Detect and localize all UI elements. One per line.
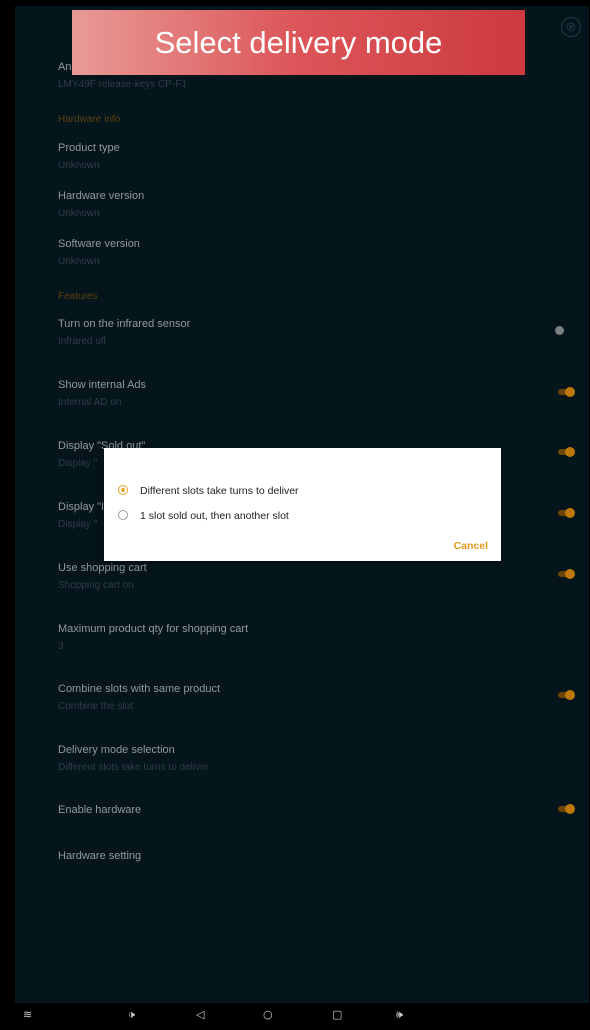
display-i-row[interactable]: Display "I Display " [58,501,104,530]
row-title: Display "I [58,501,105,513]
row-title: Combine slots with same product [58,683,221,695]
volume-down-icon[interactable]: 🕩 [128,1008,135,1022]
radio-unselected-icon[interactable] [118,510,128,521]
menu-icon[interactable]: ≋ [23,1008,32,1021]
row-title: Hardware version [58,190,145,202]
enable-hardware-row[interactable]: Enable hardware [58,804,141,816]
row-summary: Internal AD on [58,397,122,408]
infrared-switch-off[interactable] [555,326,564,335]
infrared-sensor-row[interactable]: Turn on the infrared sensor Infrared off [58,318,190,347]
row-summary: Shopping cart on [58,580,134,591]
row-title: Turn on the infrared sensor [58,318,191,330]
section-header-hardware-info: Hardware info [58,114,121,125]
row-title: Product type [58,142,120,154]
product-type-row[interactable]: Product type Unknown [58,142,120,171]
delivery-mode-row[interactable]: Delivery mode selection Different slots … [58,744,209,773]
row-summary: Unknown [58,256,100,267]
combine-slots-switch[interactable] [558,690,575,700]
row-summary: Unknown [58,160,100,171]
delivery-mode-dialog: Different slots take turns to deliver 1 … [104,448,501,561]
enable-hardware-switch[interactable] [558,804,575,814]
row-summary: Display " [58,519,98,530]
row-title: Enable hardware [58,804,142,816]
row-title: Software version [58,238,140,250]
option-sold-out-then-another[interactable]: 1 slot sold out, then another slot [118,510,289,522]
navigation-bar: ≋ 🕩 ◁ ○ ▢ 🕪 [15,1003,589,1028]
row-title: Use shopping cart [58,562,147,574]
software-version-row[interactable]: Software version Unknown [58,238,140,267]
row-title: Maximum product qty for shopping cart [58,623,249,635]
cancel-button[interactable]: Cancel [454,540,488,552]
close-icon[interactable]: ⊗ [561,17,581,37]
row-summary: Infrared off [58,336,107,347]
option-label: 1 slot sold out, then another slot [140,510,289,522]
row-summary: Unknown [58,208,100,219]
row-summary: LMY49F release-keys CP-F1 [58,79,187,90]
row-summary: Combine the slot [58,701,134,712]
row-summary: Different slots take turns to deliver [58,762,209,773]
volume-up-icon[interactable]: 🕪 [396,1008,403,1022]
max-cart-qty-row[interactable]: Maximum product qty for shopping cart 3 [58,623,248,652]
page-banner: Select delivery mode [72,10,525,75]
row-title: Show internal Ads [58,379,147,391]
row-title: Delivery mode selection [58,744,175,756]
option-turns[interactable]: Different slots take turns to deliver [118,485,299,497]
row-summary: 3 [58,641,64,652]
row-title: Hardware setting [58,850,142,862]
hardware-setting-row[interactable]: Hardware setting [58,850,141,862]
option-label: Different slots take turns to deliver [140,485,299,497]
settings-screen: ⊗ An LMY49F release-keys CP-F1 Hardware … [15,6,589,1003]
internal-ads-switch[interactable] [558,387,575,397]
internal-ads-row[interactable]: Show internal Ads Internal AD on [58,379,146,408]
display-sold-out-switch[interactable] [558,447,575,457]
combine-slots-row[interactable]: Combine slots with same product Combine … [58,683,220,712]
back-icon[interactable]: ◁ [196,1008,204,1021]
home-icon[interactable]: ○ [263,1008,273,1021]
shopping-cart-switch[interactable] [558,569,575,579]
section-header-features: Features [58,291,98,302]
display-i-switch[interactable] [558,508,575,518]
recents-icon[interactable]: ▢ [332,1008,342,1021]
shopping-cart-row[interactable]: Use shopping cart Shopping cart on [58,562,147,591]
hardware-version-row[interactable]: Hardware version Unknown [58,190,144,219]
radio-selected-icon[interactable] [118,485,128,496]
